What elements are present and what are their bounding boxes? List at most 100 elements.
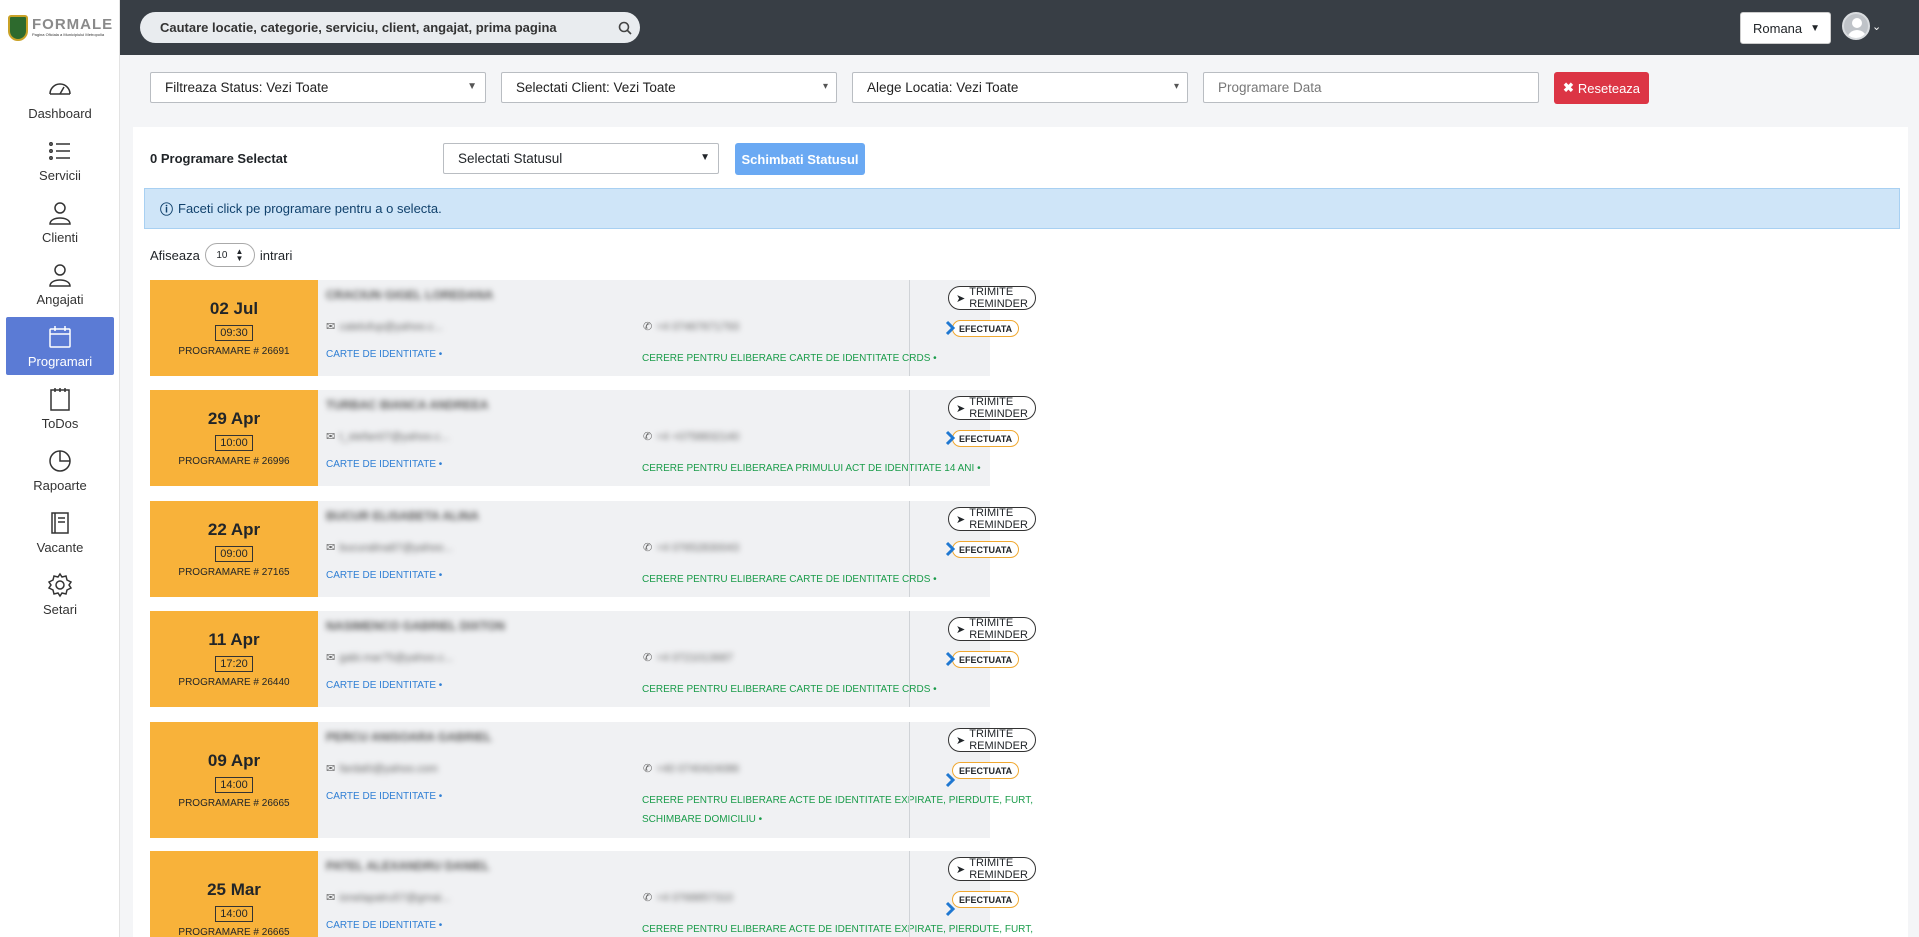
appointment-time: 09:30 bbox=[215, 325, 253, 341]
bulk-status-select[interactable]: Selectati Statusul ▼ bbox=[443, 143, 719, 174]
client-email-value: gabi.mar75@yahoo.c... bbox=[339, 651, 454, 664]
sidebar-item-label: Angajati bbox=[36, 292, 84, 307]
open-appointment-button[interactable] bbox=[909, 501, 990, 597]
appointment-date-box[interactable]: 11 Apr 17:20 PROGRAMARE # 26440 bbox=[150, 611, 318, 707]
language-select[interactable]: Romana ▼ bbox=[1740, 12, 1831, 44]
chevron-right-icon bbox=[945, 541, 956, 557]
client-phone: ✆ +4 07467671793 bbox=[643, 320, 739, 334]
entries-prefix: Afiseaza bbox=[150, 247, 200, 263]
open-appointment-button[interactable] bbox=[909, 851, 990, 937]
client-name: TURBAC BIANCA ANDREEA bbox=[326, 398, 489, 412]
appointment-time: 14:00 bbox=[215, 777, 253, 793]
gear-icon bbox=[47, 572, 73, 598]
search-bar[interactable]: Cautare locatie, categorie, serviciu, cl… bbox=[140, 12, 640, 43]
appointment-date-box[interactable]: 25 Mar 14:00 PROGRAMARE # 26665 bbox=[150, 851, 318, 937]
phone-icon: ✆ bbox=[643, 652, 653, 664]
open-appointment-button[interactable] bbox=[909, 280, 990, 376]
chevron-down-icon: ⌄ bbox=[1872, 20, 1882, 33]
appointment-details[interactable]: CRACIUN GIGEL LOREDANA ✉ catelufup@yahoo… bbox=[318, 280, 1036, 376]
entries-control: Afiseaza 10 ▲ ▼ intrari bbox=[150, 243, 292, 267]
appointments-panel: 0 Programare Selectat Selectati Statusul… bbox=[133, 127, 1908, 937]
chevron-down-icon: ▼ bbox=[467, 81, 477, 92]
change-status-button[interactable]: Schimbati Statusul bbox=[735, 143, 865, 175]
open-appointment-button[interactable] bbox=[909, 722, 990, 838]
appointment-details[interactable]: NASIMENCO GABRIEL DIXTON ✉ gabi.mar75@ya… bbox=[318, 611, 1036, 707]
reset-label: Reseteaza bbox=[1577, 80, 1641, 96]
envelope-icon: ✉ bbox=[326, 321, 336, 333]
client-phone-value: +40 0740424086 bbox=[656, 762, 740, 775]
service-name: CERERE PENTRU ELIBERAREA PRIMULUI ACT DE… bbox=[642, 463, 981, 474]
sidebar-item-dashboard[interactable]: Dashboard bbox=[6, 69, 114, 127]
appointment-date-box[interactable]: 22 Apr 09:00 PROGRAMARE # 27165 bbox=[150, 501, 318, 597]
appointment-time: 14:00 bbox=[215, 906, 253, 922]
chevron-right-icon bbox=[945, 772, 956, 788]
open-appointment-button[interactable] bbox=[909, 390, 990, 486]
appointment-details[interactable]: TURBAC BIANCA ANDREEA ✉ t_stefan07@yahoo… bbox=[318, 390, 1036, 486]
service-name: CERERE PENTRU ELIBERARE CARTE DE IDENTIT… bbox=[642, 684, 937, 695]
client-name: PATEL ALEXANDRU DANIEL bbox=[326, 859, 490, 873]
sidebar-item-angajati[interactable]: Angajati bbox=[6, 255, 114, 313]
appointment-details[interactable]: PATEL ALEXANDRU DANIEL ✉ ionelapatru57@g… bbox=[318, 851, 1036, 937]
client-phone-value: +4 0721013687 bbox=[656, 651, 733, 664]
appointment-details[interactable]: PERCU ANISOARA GABRIEL ✉ fardal0@yahoo.c… bbox=[318, 722, 1036, 838]
appointment-date-box[interactable]: 29 Apr 10:00 PROGRAMARE # 26996 bbox=[150, 390, 318, 486]
entries-select[interactable]: 10 ▲ ▼ bbox=[204, 243, 255, 267]
client-filter[interactable]: Selectati Client: Vezi Toate ▾ bbox=[501, 72, 837, 103]
appointment-date-box[interactable]: 09 Apr 14:00 PROGRAMARE # 26665 bbox=[150, 722, 318, 838]
location-filter[interactable]: Alege Locatia: Vezi Toate ▾ bbox=[852, 72, 1188, 103]
sidebar-item-clienti[interactable]: Clienti bbox=[6, 193, 114, 251]
sidebar-item-label: Servicii bbox=[39, 168, 81, 183]
sidebar-item-setari[interactable]: Setari bbox=[6, 565, 114, 623]
appointment-date: 02 Jul bbox=[209, 299, 259, 318]
sidebar-item-todos[interactable]: ToDos bbox=[6, 379, 114, 437]
document-type: CARTE DE IDENTITATE • bbox=[326, 680, 443, 691]
entries-suffix: intrari bbox=[259, 247, 293, 263]
appointment-card[interactable]: 02 Jul 09:30 PROGRAMARE # 26691 CRACIUN … bbox=[150, 280, 1036, 376]
client-name: CRACIUN GIGEL LOREDANA bbox=[326, 288, 494, 302]
service-name: CERERE PENTRU ELIBERARE CARTE DE IDENTIT… bbox=[642, 353, 937, 364]
appointment-details[interactable]: BUCUR ELISABETA ALINA ✉ bucuralina87@yah… bbox=[318, 501, 1036, 597]
client-phone-value: +4 0768857310 bbox=[656, 891, 733, 904]
status-filter[interactable]: Filtreaza Status: Vezi Toate ▼ bbox=[150, 72, 486, 103]
user-menu[interactable]: ⌄ bbox=[1842, 12, 1881, 40]
appointment-card[interactable]: 29 Apr 10:00 PROGRAMARE # 26996 TURBAC B… bbox=[150, 390, 1036, 486]
sidebar-item-servicii[interactable]: Servicii bbox=[6, 131, 114, 189]
sidebar-item-vacante[interactable]: Vacante bbox=[6, 503, 114, 561]
client-name: PERCU ANISOARA GABRIEL bbox=[326, 730, 492, 744]
search-icon[interactable] bbox=[610, 13, 640, 43]
search-input[interactable]: Cautare locatie, categorie, serviciu, cl… bbox=[160, 20, 610, 35]
avatar[interactable] bbox=[1842, 12, 1870, 40]
appointment-number: PROGRAMARE # 26665 bbox=[178, 927, 290, 937]
date-input[interactable]: Programare Data bbox=[1203, 72, 1539, 103]
open-appointment-button[interactable] bbox=[909, 611, 990, 707]
info-icon: ⓘ bbox=[160, 202, 174, 217]
sidebar-item-label: ToDos bbox=[41, 416, 79, 431]
appointment-date: 22 Apr bbox=[207, 520, 261, 539]
person-icon bbox=[49, 202, 71, 225]
appointment-card[interactable]: 11 Apr 17:20 PROGRAMARE # 26440 NASIMENC… bbox=[150, 611, 1036, 707]
sidebar-item-programari[interactable]: Programari bbox=[6, 317, 114, 375]
sidebar-item-rapoarte[interactable]: Rapoarte bbox=[6, 441, 114, 499]
client-name: NASIMENCO GABRIEL DIXTON bbox=[326, 619, 505, 633]
service-name: CERERE PENTRU ELIBERARE ACTE DE IDENTITA… bbox=[642, 924, 1033, 935]
sidebar-item-label: Vacante bbox=[36, 540, 84, 555]
envelope-icon: ✉ bbox=[326, 431, 336, 443]
caret-down-icon: ▾ bbox=[1173, 81, 1179, 92]
client-phone: ✆ +4 +0758832140 bbox=[643, 430, 739, 444]
status-filter-value: Filtreaza Status: Vezi Toate bbox=[165, 80, 329, 95]
service-name: CERERE PENTRU ELIBERARE CARTE DE IDENTIT… bbox=[642, 574, 937, 585]
info-message: Faceti click pe programare pentru a o se… bbox=[178, 201, 442, 216]
appointment-date: 09 Apr bbox=[207, 751, 261, 770]
appointment-date-box[interactable]: 02 Jul 09:30 PROGRAMARE # 26691 bbox=[150, 280, 318, 376]
appointment-date: 29 Apr bbox=[207, 409, 261, 428]
chevron-down-icon: ▼ bbox=[1810, 22, 1821, 34]
appointment-card[interactable]: 09 Apr 14:00 PROGRAMARE # 26665 PERCU AN… bbox=[150, 722, 1036, 838]
appointment-number: PROGRAMARE # 26665 bbox=[178, 798, 290, 809]
appointment-number: PROGRAMARE # 26440 bbox=[178, 677, 290, 688]
logo[interactable]: FORMALE Pagina Oficiala a Municipiului M… bbox=[0, 0, 119, 55]
appointment-card[interactable]: 25 Mar 14:00 PROGRAMARE # 26665 PATEL AL… bbox=[150, 851, 1036, 937]
phone-icon: ✆ bbox=[643, 542, 653, 554]
client-email: ✉ gabi.mar75@yahoo.c... bbox=[326, 651, 454, 665]
appointment-card[interactable]: 22 Apr 09:00 PROGRAMARE # 27165 BUCUR EL… bbox=[150, 501, 1036, 597]
reset-button[interactable]: ✖ Reseteaza bbox=[1554, 72, 1649, 104]
